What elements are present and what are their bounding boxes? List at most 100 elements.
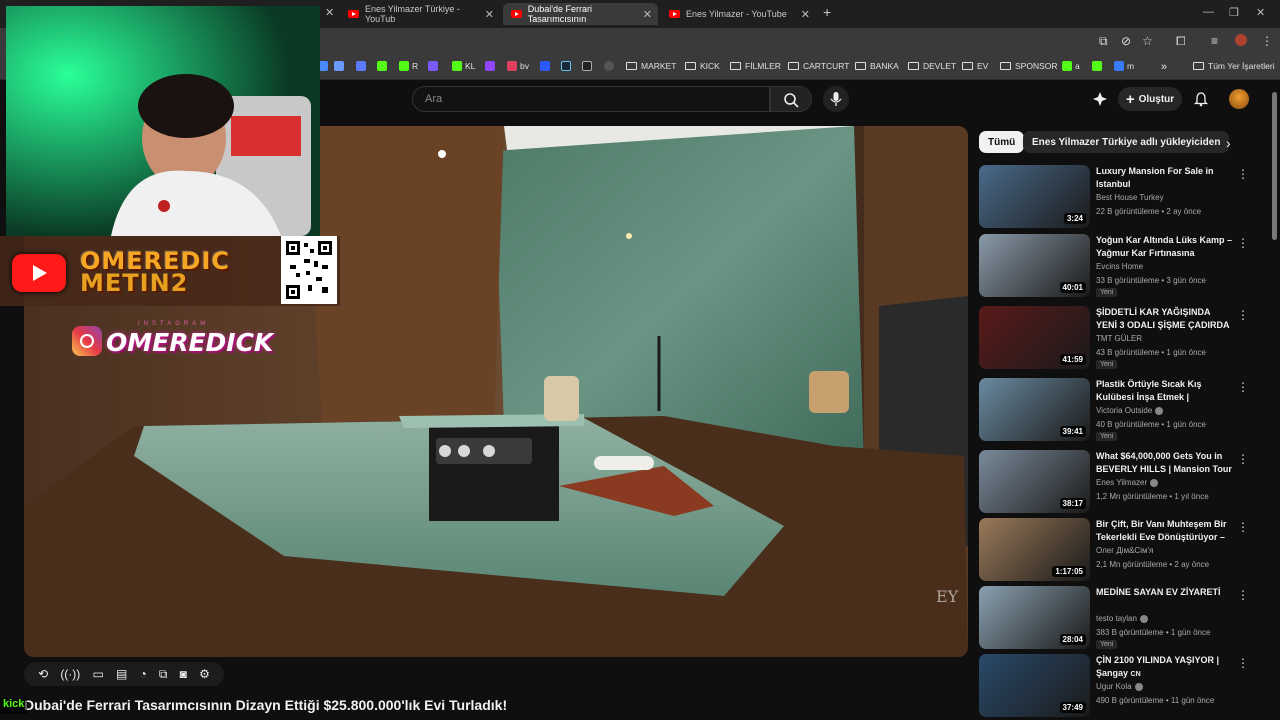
page-scrollbar[interactable] <box>1272 92 1277 240</box>
cast-icon[interactable]: ⧉ <box>1099 34 1108 49</box>
recommendation-item[interactable]: 1:17:05 Bir Çift, Bir Vanı Muhteşem Bir T… <box>979 518 1269 582</box>
search-button[interactable] <box>770 86 812 112</box>
recommendation-channel[interactable]: Best House Turkey <box>1096 193 1164 202</box>
star-icon[interactable]: ☆ <box>1142 34 1153 48</box>
settings-gear-icon[interactable]: ⚙ <box>199 667 210 681</box>
recommendation-channel[interactable]: Enes Yilmazer <box>1096 478 1159 487</box>
bookmark-a[interactable]: a <box>1062 61 1080 71</box>
recommendation-channel[interactable]: Ugur Kola <box>1096 682 1143 691</box>
bookmark-icon[interactable] <box>1092 61 1105 71</box>
theater-icon[interactable]: ▤ <box>116 667 127 681</box>
recommendation-item[interactable]: 28:04 MEDİNE SAYAN EV ZİYARETİ testo tayla… <box>979 586 1269 650</box>
recommendation-item[interactable]: 39:41 Plastik Örtüyle Sıcak Kış Kulübesi … <box>979 378 1269 442</box>
recommendation-title[interactable]: ÇİN 2100 YILINDA YAŞIYOR | Şangay CN <box>1096 654 1232 680</box>
bookmark-icon[interactable] <box>582 61 595 71</box>
recommendation-title[interactable]: Plastik Örtüyle Sıcak Kış Kulübesi İnşa … <box>1096 378 1232 404</box>
all-bookmarks-folder[interactable]: Tüm Yer İşaretleri <box>1193 61 1275 71</box>
bookmark-icon[interactable] <box>356 61 369 71</box>
create-button[interactable]: + Oluştur <box>1118 87 1182 111</box>
new-tab-icon[interactable]: + <box>823 4 831 20</box>
bookmark-folder-ev[interactable]: EV <box>962 61 988 71</box>
more-actions-icon[interactable]: ⋮ <box>1237 167 1249 181</box>
bookmark-folder-cartcurt[interactable]: CARTCURT <box>788 61 849 71</box>
video-thumbnail[interactable]: 28:04 <box>979 586 1090 649</box>
bookmark-kick-icon[interactable] <box>377 61 390 71</box>
bookmark-twitch-icon[interactable] <box>485 61 498 71</box>
bookmark-kl[interactable]: KL <box>452 61 475 71</box>
bookmark-m[interactable]: m <box>1114 61 1134 71</box>
recommendation-item[interactable]: 3:24 Luxury Mansion For Sale in Istanbul B… <box>979 165 1269 229</box>
video-thumbnail[interactable]: 41:59 <box>979 306 1090 369</box>
speed-icon[interactable]: ◔ <box>140 667 147 681</box>
recommendation-item[interactable]: 38:17 What $64,000,000 Gets You in BEVERL… <box>979 450 1269 514</box>
menu-dots-icon[interactable]: ⋮ <box>1261 34 1273 48</box>
eye-off-icon[interactable]: ⊘ <box>1121 34 1131 48</box>
window-close-icon[interactable]: ✕ <box>1256 6 1265 19</box>
notifications-bell-icon[interactable] <box>1193 91 1209 107</box>
recommendation-item[interactable]: 40:01 Yoğun Kar Altında Lüks Kamp – Yağmu… <box>979 234 1269 298</box>
bookmark-folder-devlet[interactable]: DEVLET <box>908 61 956 71</box>
recommendation-channel[interactable]: Victoria Outside <box>1096 406 1164 415</box>
restore-icon[interactable]: ❐ <box>1229 6 1239 19</box>
video-thumbnail[interactable]: 40:01 <box>979 234 1090 297</box>
bookmark-folder-kick[interactable]: KICK <box>685 61 720 71</box>
tab-dubai-ferrari[interactable]: Dubai'de Ferrari Tasarımcısının ✕ <box>503 3 658 25</box>
profile-avatar-icon[interactable] <box>1235 34 1247 46</box>
sparkle-icon[interactable] <box>1092 91 1108 107</box>
recommendation-title[interactable]: ŞİDDETLİ KAR YAĞIŞINDA YENİ 3 ODALI ŞİŞM… <box>1096 306 1232 332</box>
reading-list-icon[interactable]: ≡ <box>1211 34 1218 48</box>
tab-close-icon[interactable]: ✕ <box>485 8 494 21</box>
bookmark-folder-filmler[interactable]: FİLMLER <box>730 61 781 71</box>
video-thumbnail[interactable]: 37:49 <box>979 654 1090 717</box>
more-actions-icon[interactable]: ⋮ <box>1237 236 1249 250</box>
recommendation-title[interactable]: MEDİNE SAYAN EV ZİYARETİ <box>1096 586 1232 599</box>
more-actions-icon[interactable]: ⋮ <box>1237 656 1249 670</box>
close-icon[interactable]: ✕ <box>325 6 334 19</box>
bookmark-icon[interactable] <box>334 61 347 71</box>
recommendation-item[interactable]: 41:59 ŞİDDETLİ KAR YAĞIŞINDA YENİ 3 ODALI… <box>979 306 1269 370</box>
recommendation-title[interactable]: Yoğun Kar Altında Lüks Kamp – Yağmur Kar… <box>1096 234 1232 260</box>
recommendation-channel[interactable]: TMT GÜLER <box>1096 334 1142 343</box>
more-actions-icon[interactable]: ⋮ <box>1237 380 1249 394</box>
minimize-icon[interactable]: — <box>1203 6 1214 18</box>
video-thumbnail[interactable]: 39:41 <box>979 378 1090 441</box>
chip-all[interactable]: Tümü <box>979 131 1025 153</box>
more-bookmarks-icon[interactable]: » <box>1161 61 1167 73</box>
bookmark-icon[interactable] <box>540 61 553 71</box>
tab-enes-turkiye[interactable]: Enes Yilmazer Türkiye - YouTub ✕ <box>340 3 500 25</box>
extensions-icon[interactable]: ⧠ <box>1176 34 1186 49</box>
recommendation-channel[interactable]: testo taylan <box>1096 614 1148 623</box>
tab-close-icon[interactable]: ✕ <box>801 8 810 21</box>
voice-search-button[interactable] <box>823 86 849 112</box>
bookmark-kick-r[interactable]: R <box>399 61 418 71</box>
recommendation-channel[interactable]: Олег Дім&Сім'я <box>1096 546 1153 555</box>
pip-icon[interactable]: ⧉ <box>159 667 168 682</box>
bookmark-steam-icon[interactable] <box>561 61 574 71</box>
bookmark-icon[interactable] <box>428 61 441 71</box>
more-actions-icon[interactable]: ⋮ <box>1237 520 1249 534</box>
more-actions-icon[interactable]: ⋮ <box>1237 588 1249 602</box>
bookmark-bv[interactable]: bv <box>507 61 529 71</box>
recommendation-channel[interactable]: Evcins Home <box>1096 262 1143 271</box>
chip-from-uploader[interactable]: Enes Yilmazer Türkiye adlı yükleyiciden <box>1023 131 1230 153</box>
search-input[interactable]: Ara <box>412 86 770 112</box>
bookmark-folder-market[interactable]: MARKET <box>626 61 676 71</box>
bookmark-folder-banka[interactable]: BANKA <box>855 61 899 71</box>
tab-enes-yilmazer[interactable]: Enes Yilmazer - YouTube ✕ <box>661 3 816 25</box>
recommendation-item[interactable]: 37:49 ÇİN 2100 YILINDA YAŞIYOR | Şangay C… <box>979 654 1269 718</box>
bookmark-globe-icon[interactable] <box>604 61 617 71</box>
video-thumbnail[interactable]: 38:17 <box>979 450 1090 513</box>
recommendation-title[interactable]: Luxury Mansion For Sale in Istanbul <box>1096 165 1232 191</box>
recommendation-title[interactable]: Bir Çift, Bir Vanı Muhteşem Bir Tekerlek… <box>1096 518 1232 544</box>
recommendation-title[interactable]: What $64,000,000 Gets You in BEVERLY HIL… <box>1096 450 1232 476</box>
account-avatar[interactable] <box>1229 89 1249 109</box>
broadcast-icon[interactable]: ((·)) <box>60 667 80 681</box>
chevron-right-icon[interactable]: › <box>1226 135 1231 151</box>
tab-close-icon[interactable]: ✕ <box>643 8 652 21</box>
bookmark-folder-sponsor[interactable]: SPONSOR <box>1000 61 1058 71</box>
more-actions-icon[interactable]: ⋮ <box>1237 452 1249 466</box>
screenshot-icon[interactable]: ◙ <box>180 667 187 681</box>
loop-icon[interactable]: ⟲ <box>38 667 48 681</box>
video-thumbnail[interactable]: 3:24 <box>979 165 1090 228</box>
video-thumbnail[interactable]: 1:17:05 <box>979 518 1090 581</box>
